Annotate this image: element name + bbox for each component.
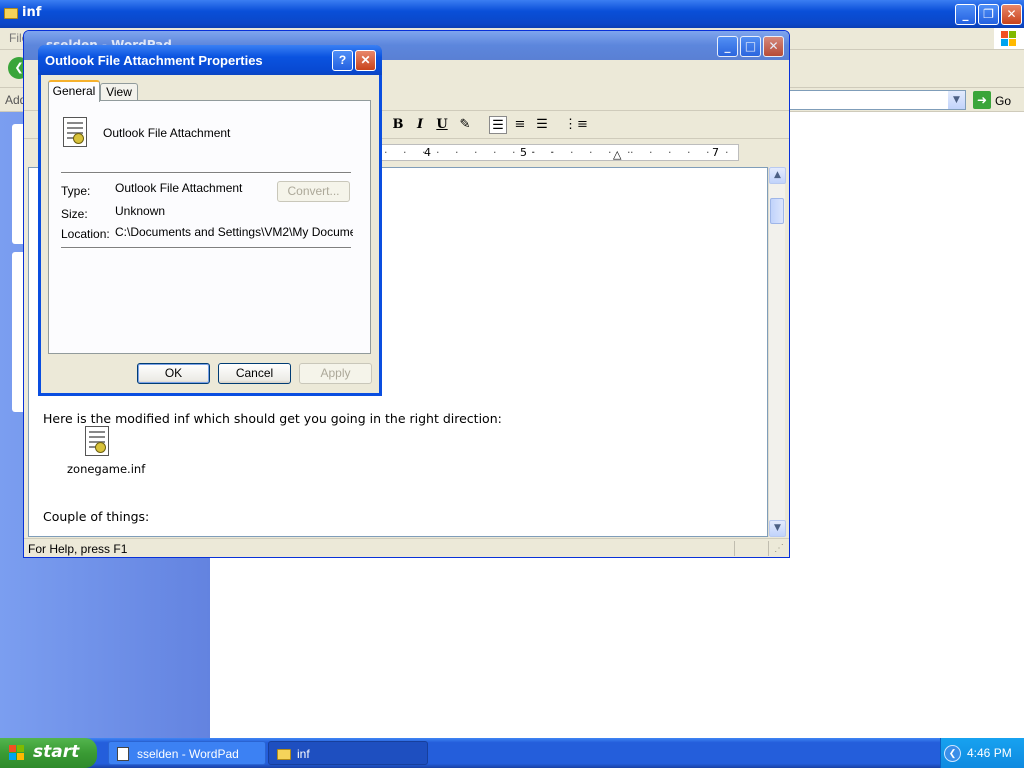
ruler[interactable]: · · · 4 · · · · · · · 5 · · · · · · △ · … [379, 144, 739, 161]
maximize-button[interactable]: □ [740, 36, 761, 57]
resize-grip-icon[interactable]: ⋰ [774, 543, 784, 554]
dialog-title: Outlook File Attachment Properties [45, 53, 263, 68]
chevron-down-icon[interactable]: ▼ [948, 91, 965, 109]
attachment-name[interactable]: zonegame.inf [67, 462, 145, 476]
doc-line: Here is the modified inf which should ge… [43, 411, 502, 426]
go-label[interactable]: Go [995, 94, 1011, 108]
attachment-file-icon [63, 117, 87, 147]
go-arrow-icon[interactable]: ➜ [973, 91, 991, 109]
status-text: For Help, press F1 [28, 542, 128, 556]
cancel-button[interactable]: Cancel [218, 363, 291, 384]
start-label: start [33, 742, 80, 762]
address-label: Address [5, 93, 23, 107]
windows-logo-icon [994, 28, 1024, 49]
properties-dialog: Outlook File Attachment Properties ? ✕ G… [38, 45, 382, 396]
address-input[interactable]: ▼ [788, 90, 966, 110]
start-button[interactable]: start [0, 738, 97, 768]
minimize-button[interactable]: _ [955, 4, 976, 25]
ruler-mark: 7 [712, 146, 719, 159]
align-center-button[interactable]: ≡ [511, 116, 529, 134]
task-pane-panel [12, 124, 23, 244]
align-right-button[interactable]: ☰ [533, 116, 551, 134]
windows-logo-icon [9, 745, 26, 761]
ok-button[interactable]: OK [137, 363, 210, 384]
vertical-scrollbar[interactable]: ▲ ▼ [768, 167, 786, 537]
close-button[interactable]: ✕ [355, 50, 376, 71]
size-value: Unknown [115, 204, 166, 218]
task-pane-panel [12, 252, 23, 402]
close-button[interactable]: ✕ [763, 36, 784, 57]
italic-button[interactable]: I [411, 116, 429, 134]
scroll-thumb[interactable] [770, 198, 784, 224]
folder-icon [277, 749, 291, 760]
scroll-up-icon[interactable]: ▲ [769, 167, 786, 184]
location-value: C:\Documents and Settings\VM2\My Documen… [115, 225, 353, 239]
scroll-down-icon[interactable]: ▼ [769, 520, 786, 537]
show-hidden-icons-chevron-icon[interactable]: ❮ [944, 745, 961, 762]
task-label: sselden - WordPad [137, 747, 239, 761]
apply-button[interactable]: Apply [299, 363, 372, 384]
explorer-title-bar[interactable]: inf _ ❐ ✕ [0, 0, 1024, 28]
doc-line: Couple of things: [43, 509, 150, 524]
attachment-file-icon[interactable] [85, 426, 109, 456]
file-title: Outlook File Attachment [103, 126, 231, 140]
taskbar-item-inf[interactable]: inf [268, 741, 428, 765]
right-indent-marker-icon[interactable]: △ [613, 148, 621, 161]
status-bar: For Help, press F1 ⋰ [24, 538, 789, 557]
dialog-title-bar[interactable]: Outlook File Attachment Properties ? ✕ [38, 45, 382, 75]
status-divider [734, 541, 735, 556]
close-button[interactable]: ✕ [1001, 4, 1022, 25]
color-palette-icon[interactable]: ✎ [456, 116, 474, 134]
separator [61, 247, 351, 249]
taskbar-item-wordpad[interactable]: sselden - WordPad [108, 741, 266, 765]
tab-view[interactable]: View [100, 83, 138, 101]
help-button[interactable]: ? [332, 50, 353, 71]
underline-button[interactable]: U [433, 116, 451, 134]
type-label: Type: [61, 184, 91, 198]
ruler-mark: 4 [424, 146, 431, 159]
minimize-button[interactable]: _ [717, 36, 738, 57]
folder-icon [4, 8, 18, 19]
restore-button[interactable]: ❐ [978, 4, 999, 25]
ruler-mark: 5 [520, 146, 527, 159]
system-tray: ❮ 4:46 PM [940, 738, 1024, 768]
taskbar: start sselden - WordPad inf ❮ 4:46 PM [0, 738, 1024, 768]
separator [61, 172, 351, 174]
explorer-title: inf [22, 5, 42, 20]
size-label: Size: [61, 207, 88, 221]
status-divider [768, 541, 769, 556]
general-tab-panel: Outlook File Attachment Type: Outlook Fi… [48, 100, 371, 354]
bullets-button[interactable]: ⋮≡ [564, 116, 588, 134]
wordpad-icon [117, 747, 129, 761]
bold-button[interactable]: B [389, 116, 407, 134]
location-label: Location: [61, 227, 110, 241]
type-value: Outlook File Attachment [115, 181, 243, 195]
task-pane-panel [12, 388, 23, 412]
align-left-button[interactable]: ☰ [489, 116, 507, 134]
convert-button[interactable]: Convert... [277, 181, 350, 202]
task-label: inf [297, 747, 310, 761]
tab-general[interactable]: General [48, 80, 100, 102]
clock[interactable]: 4:46 PM [967, 746, 1012, 760]
